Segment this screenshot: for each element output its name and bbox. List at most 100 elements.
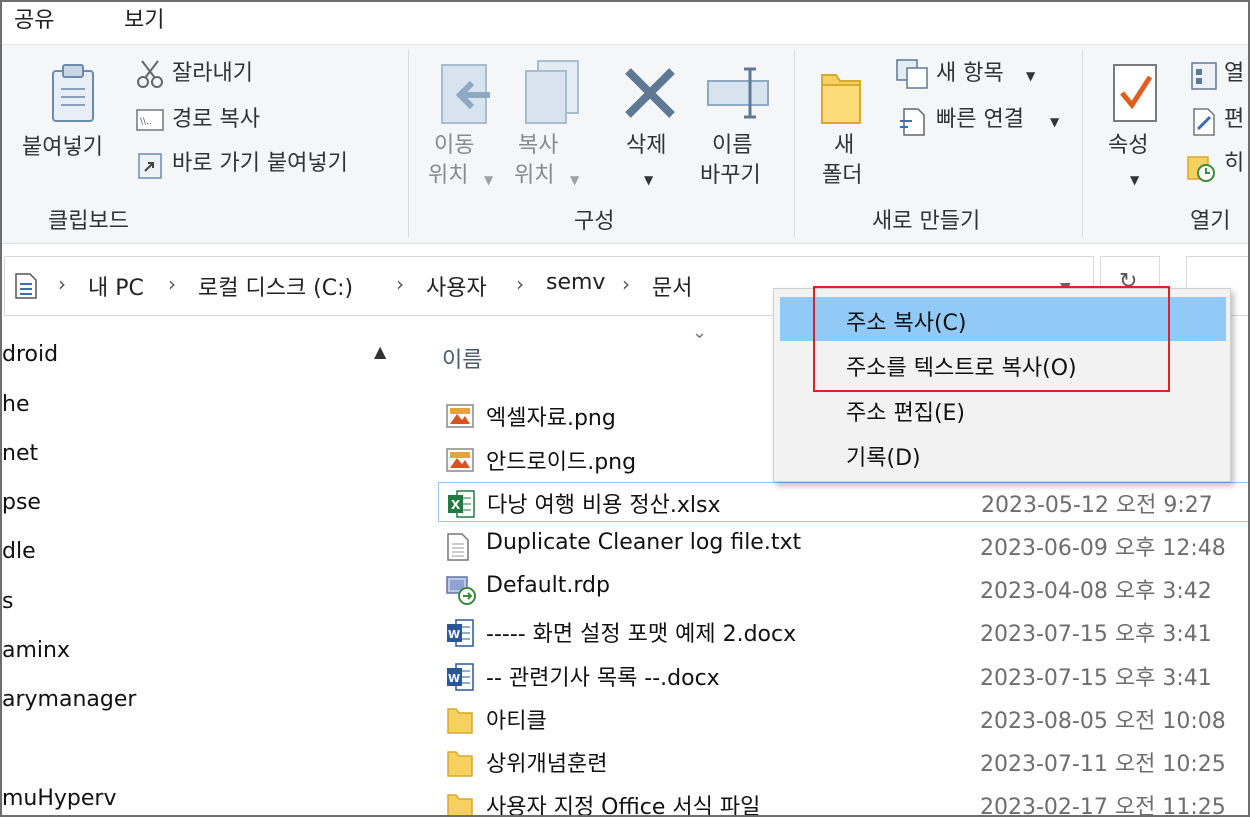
edit-icon [1190,107,1218,141]
tab-view[interactable]: 보기 [124,2,164,34]
excel-icon: X [447,489,475,519]
file-row[interactable]: W -- 관련기사 목록 --.docx 2023-07-15 오후 3:41 [438,656,1248,696]
rename-label-1: 이름 [712,133,753,158]
folder-name: 아티클 [486,709,547,734]
cut-button[interactable]: 잘라내기 [172,59,253,89]
easy-access-icon [898,107,926,141]
scissors-icon [136,59,164,93]
breadcrumb-semv[interactable]: semv [546,270,605,295]
svg-text:W: W [448,672,460,685]
file-date: 2023-02-17 오전 11:25 [980,795,1226,817]
word-icon: W [446,618,474,648]
breadcrumb-separator-icon[interactable]: › [58,272,66,296]
ribbon-group-divider [1082,49,1083,237]
image-icon [446,402,474,432]
rename-icon[interactable] [706,65,770,125]
properties-check-icon[interactable] [1112,63,1160,127]
text-file-icon [446,532,474,562]
chevron-down-icon[interactable]: ▼ [1026,69,1035,83]
file-row[interactable]: Duplicate Cleaner log file.txt 2023-06-0… [438,526,1248,566]
file-name: -- 관련기사 목록 --.docx [486,666,720,691]
delete-button-label[interactable]: 삭제 [626,131,666,161]
file-date: 2023-04-08 오후 3:42 [980,579,1212,604]
menu-item-edit-address[interactable]: 주소 편집(E) [780,387,1226,431]
paste-button-label[interactable]: 붙여넣기 [22,133,103,163]
move-to-label-1: 이동 [434,133,475,158]
move-to-icon[interactable] [438,61,494,131]
file-row[interactable]: W ----- 화면 설정 포맷 예제 2.docx 2023-07-15 오후… [438,612,1248,652]
new-item-button[interactable]: 새 항목 [936,59,1004,89]
new-group-label: 새로 만들기 [872,209,981,234]
new-item-icon [896,59,928,93]
file-date: 2023-07-15 오후 3:41 [980,622,1212,647]
open-icon [1190,61,1218,95]
rename-label-2[interactable]: 바꾸기 [700,161,761,191]
delete-x-icon[interactable] [622,65,678,125]
ribbon: 붙여넣기 잘라내기 \\.. 경로 복사 바로 가기 붙여넣기 클립보드 이동 … [2,44,1248,244]
file-row-selected[interactable]: X 다낭 여행 비용 정산.xlsx 2023-05-12 오전 9:27 [438,482,1248,522]
folder-row[interactable]: 사용자 지정 Office 서식 파일 2023-02-17 오전 11:25 [438,785,1248,817]
file-date: 2023-07-11 오전 10:25 [980,752,1226,777]
open-button[interactable]: 열 [1224,59,1244,89]
copy-path-button[interactable]: 경로 복사 [172,105,260,135]
easy-access-button[interactable]: 빠른 연결 [936,105,1024,135]
breadcrumb-local-disk[interactable]: 로컬 디스크 (C:) [198,270,353,302]
chevron-down-icon[interactable]: ▼ [644,173,653,187]
file-row[interactable]: Default.rdp 2023-04-08 오후 3:42 [438,569,1248,609]
organize-group-label: 구성 [574,209,615,234]
annotation-highlight-box [813,286,1170,392]
tab-share[interactable]: 공유 [14,2,54,34]
svg-text:\\..: \\.. [140,117,152,127]
nav-item[interactable]: arymanager [2,687,136,712]
scroll-up-icon[interactable]: ▲ [374,342,386,361]
copy-to-icon[interactable] [522,59,582,129]
navigation-scrollbar[interactable]: ▲ [366,328,400,815]
move-to-label-2[interactable]: 위치 [428,161,468,191]
menu-item-history[interactable]: 기록(D) [780,432,1226,476]
nav-item[interactable]: dle [2,539,36,564]
clipboard-paste-icon[interactable] [48,63,98,127]
breadcrumb-separator-icon[interactable]: › [516,272,524,296]
nav-item[interactable]: net [2,441,38,466]
column-header-name[interactable]: 이름 [442,342,482,374]
file-date: 2023-07-15 오후 3:41 [980,666,1212,691]
breadcrumb-separator-icon[interactable]: › [396,272,404,296]
clipboard-group-label: 클립보드 [48,209,129,234]
copy-to-label-2[interactable]: 위치 [514,161,554,191]
nav-item[interactable]: aminx [2,638,70,663]
nav-item[interactable]: droid [2,342,58,367]
file-name: 안드로이드.png [486,450,637,475]
breadcrumb-documents[interactable]: 문서 [652,270,692,302]
ribbon-group-divider [794,49,795,237]
copy-path-icon: \\.. [136,109,164,135]
chevron-down-icon[interactable]: ▼ [1130,173,1139,187]
file-name: ----- 화면 설정 포맷 예제 2.docx [486,622,797,647]
nav-item[interactable]: s [2,589,13,614]
history-button[interactable]: 히 [1224,149,1244,179]
menu-item-label: 기록(D) [846,446,921,471]
folder-icon [446,791,474,815]
paste-shortcut-button[interactable]: 바로 가기 붙여넣기 [172,149,348,179]
breadcrumb-users[interactable]: 사용자 [426,270,487,302]
ribbon-tab-bar: 공유 보기 [2,2,1248,44]
breadcrumb-this-pc[interactable]: 내 PC [88,270,144,302]
svg-text:W: W [448,628,460,641]
nav-item[interactable]: he [2,392,29,417]
file-name: Default.rdp [486,573,610,598]
paste-shortcut-icon [138,151,162,183]
folder-row[interactable]: 아티클 2023-08-05 오전 10:08 [438,699,1248,739]
breadcrumb-separator-icon[interactable]: › [622,272,630,296]
new-folder-label-2[interactable]: 폴더 [822,161,862,191]
ribbon-group-divider [408,49,409,237]
history-icon [1186,153,1216,187]
chevron-down-icon: ▼ [484,173,494,187]
chevron-down-icon[interactable]: ▼ [1050,115,1059,129]
edit-button[interactable]: 편 [1224,105,1244,135]
nav-item[interactable]: pse [2,490,41,515]
breadcrumb-separator-icon[interactable]: › [168,272,176,296]
folder-row[interactable]: 상위개념훈련 2023-07-11 오전 10:25 [438,742,1248,782]
new-folder-icon[interactable] [820,67,864,129]
properties-button-label[interactable]: 속성 [1108,131,1148,161]
image-icon [446,446,474,476]
nav-item[interactable]: muHyperv [2,786,117,811]
